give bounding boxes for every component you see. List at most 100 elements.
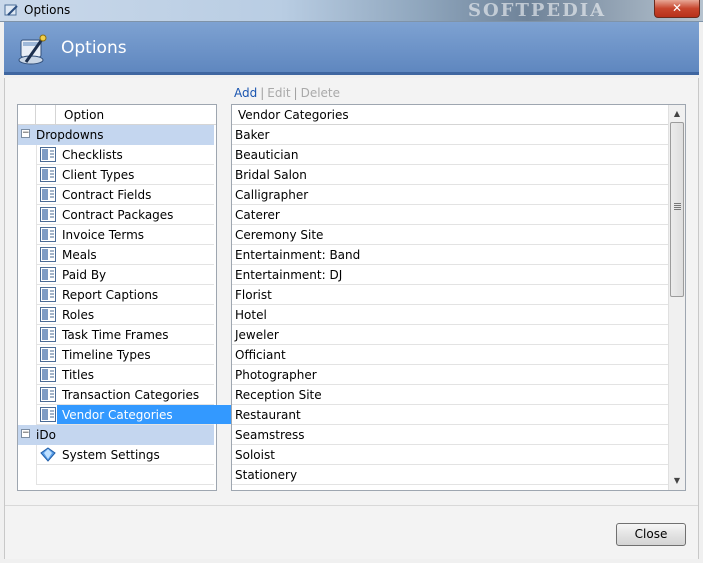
scroll-down-icon[interactable]: ▼ — [669, 473, 685, 489]
list-item[interactable]: Seamstress — [232, 425, 668, 445]
window-close-button[interactable]: ✕ — [654, 0, 700, 18]
list-item-label: Bridal Salon — [235, 168, 307, 182]
empty-tree-row — [36, 465, 214, 485]
tree-item-label: Contract Packages — [62, 208, 174, 222]
list-item[interactable]: Caterer — [232, 205, 668, 225]
list-item-label: Beautician — [235, 148, 299, 162]
scroll-up-icon[interactable]: ▲ — [669, 106, 685, 122]
vertical-scrollbar[interactable]: ▲ ▼ — [668, 105, 685, 490]
tree-item-system-settings[interactable]: System Settings — [36, 445, 214, 465]
window-title: Options — [24, 3, 71, 17]
tree-item-label: Titles — [62, 368, 94, 382]
list-item-label: Photographer — [235, 368, 317, 382]
diamond-icon — [40, 447, 56, 462]
tree-item-label: Invoice Terms — [62, 228, 145, 242]
tree-item-meals[interactable]: Meals — [36, 245, 214, 265]
list-item[interactable]: Photographer — [232, 365, 668, 385]
vendor-column-label: Vendor Categories — [238, 108, 349, 122]
list-icon — [40, 207, 56, 222]
list-item-label: Baker — [235, 128, 270, 142]
option-column-label: Option — [64, 108, 105, 122]
list-item-label: Officiant — [235, 348, 286, 362]
list-item[interactable]: Stationery — [232, 465, 668, 485]
tree-item-timeline-types[interactable]: Timeline Types — [36, 345, 214, 365]
list-icon — [40, 147, 56, 162]
toolbar-separator: | — [260, 86, 265, 100]
option-column-header[interactable]: Option — [18, 105, 216, 125]
vendor-column-header[interactable]: Vendor Categories — [232, 105, 668, 125]
list-item-label: Soloist — [235, 448, 275, 462]
list-icon — [40, 327, 56, 342]
group-label: iDo — [36, 428, 56, 442]
app-icon — [4, 4, 18, 16]
group-label: Dropdowns — [36, 128, 104, 142]
collapse-icon[interactable]: − — [21, 429, 30, 438]
tree-item-transaction-categories[interactable]: Transaction Categories — [36, 385, 214, 405]
list-icon — [40, 307, 56, 322]
list-item-label: Jeweler — [235, 328, 279, 342]
list-item-label: Caterer — [235, 208, 280, 222]
list-item[interactable]: Calligrapher — [232, 185, 668, 205]
list-item[interactable]: Beautician — [232, 145, 668, 165]
tree-item-task-time-frames[interactable]: Task Time Frames — [36, 325, 214, 345]
window-titlebar: Options SOFTPEDIA ✕ — [0, 0, 703, 22]
list-item-label: Seamstress — [235, 428, 305, 442]
list-item[interactable]: Officiant — [232, 345, 668, 365]
toolbar-separator: | — [293, 86, 298, 100]
tree-item-vendor-categories[interactable]: Vendor Categories — [36, 405, 234, 425]
list-item-label: Calligrapher — [235, 188, 309, 202]
list-item[interactable]: Entertainment: Band — [232, 245, 668, 265]
list-icon — [40, 187, 56, 202]
list-item[interactable]: Florist — [232, 285, 668, 305]
list-item[interactable]: Reception Site — [232, 385, 668, 405]
close-button[interactable]: Close — [616, 523, 686, 546]
list-item[interactable]: Ceremony Site — [232, 225, 668, 245]
options-header: Options — [4, 22, 699, 75]
delete-link[interactable]: Delete — [301, 86, 340, 100]
tree-item-label: Client Types — [62, 168, 135, 182]
tree-item-contract-packages[interactable]: Contract Packages — [36, 205, 214, 225]
tree-item-paid-by[interactable]: Paid By — [36, 265, 214, 285]
tree-item-label: Contract Fields — [62, 188, 152, 202]
tree-item-client-types[interactable]: Client Types — [36, 165, 214, 185]
vendor-categories-grid: Vendor Categories Baker Beautician Brida… — [231, 104, 686, 491]
tree-item-checklists[interactable]: Checklists — [36, 145, 214, 165]
tree-item-label: Timeline Types — [62, 348, 151, 362]
grip-icon — [674, 203, 681, 210]
list-item-label: Hotel — [235, 308, 267, 322]
tree-item-label: Roles — [62, 308, 95, 322]
tree-item-label: Checklists — [62, 148, 123, 162]
edit-link[interactable]: Edit — [267, 86, 290, 100]
header-title: Options — [61, 38, 127, 58]
tree-item-invoice-terms[interactable]: Invoice Terms — [36, 225, 214, 245]
list-item-label: Stationery — [235, 468, 298, 482]
list-item-label: Restaurant — [235, 408, 301, 422]
list-item[interactable]: Restaurant — [232, 405, 668, 425]
tree-item-label: Transaction Categories — [62, 388, 200, 402]
list-item[interactable]: Entertainment: DJ — [232, 265, 668, 285]
list-item[interactable]: Soloist — [232, 445, 668, 465]
tree-group-dropdowns[interactable]: − Dropdowns — [18, 125, 214, 145]
list-item[interactable]: Hotel — [232, 305, 668, 325]
scroll-thumb[interactable] — [670, 122, 684, 297]
tree-item-report-captions[interactable]: Report Captions — [36, 285, 214, 305]
option-tree-panel: Option − Dropdowns Checklists Client Typ… — [17, 104, 234, 491]
tree-item-roles[interactable]: Roles — [36, 305, 214, 325]
list-icon — [40, 407, 56, 422]
options-wand-icon — [18, 34, 47, 65]
list-item[interactable]: Jeweler — [232, 325, 668, 345]
tree-item-label: System Settings — [62, 448, 160, 462]
list-icon — [40, 167, 56, 182]
watermark-text: SOFTPEDIA — [468, 0, 607, 21]
collapse-icon[interactable]: − — [21, 129, 30, 138]
tree-item-contract-fields[interactable]: Contract Fields — [36, 185, 214, 205]
list-item-label: Florist — [235, 288, 272, 302]
list-item[interactable]: Baker — [232, 125, 668, 145]
tree-group-ido[interactable]: − iDo — [18, 425, 214, 445]
add-link[interactable]: Add — [234, 86, 257, 100]
list-icon — [40, 267, 56, 282]
tree-item-label: Meals — [62, 248, 97, 262]
list-item-label: Entertainment: DJ — [235, 268, 343, 282]
tree-item-titles[interactable]: Titles — [36, 365, 214, 385]
list-item[interactable]: Bridal Salon — [232, 165, 668, 185]
